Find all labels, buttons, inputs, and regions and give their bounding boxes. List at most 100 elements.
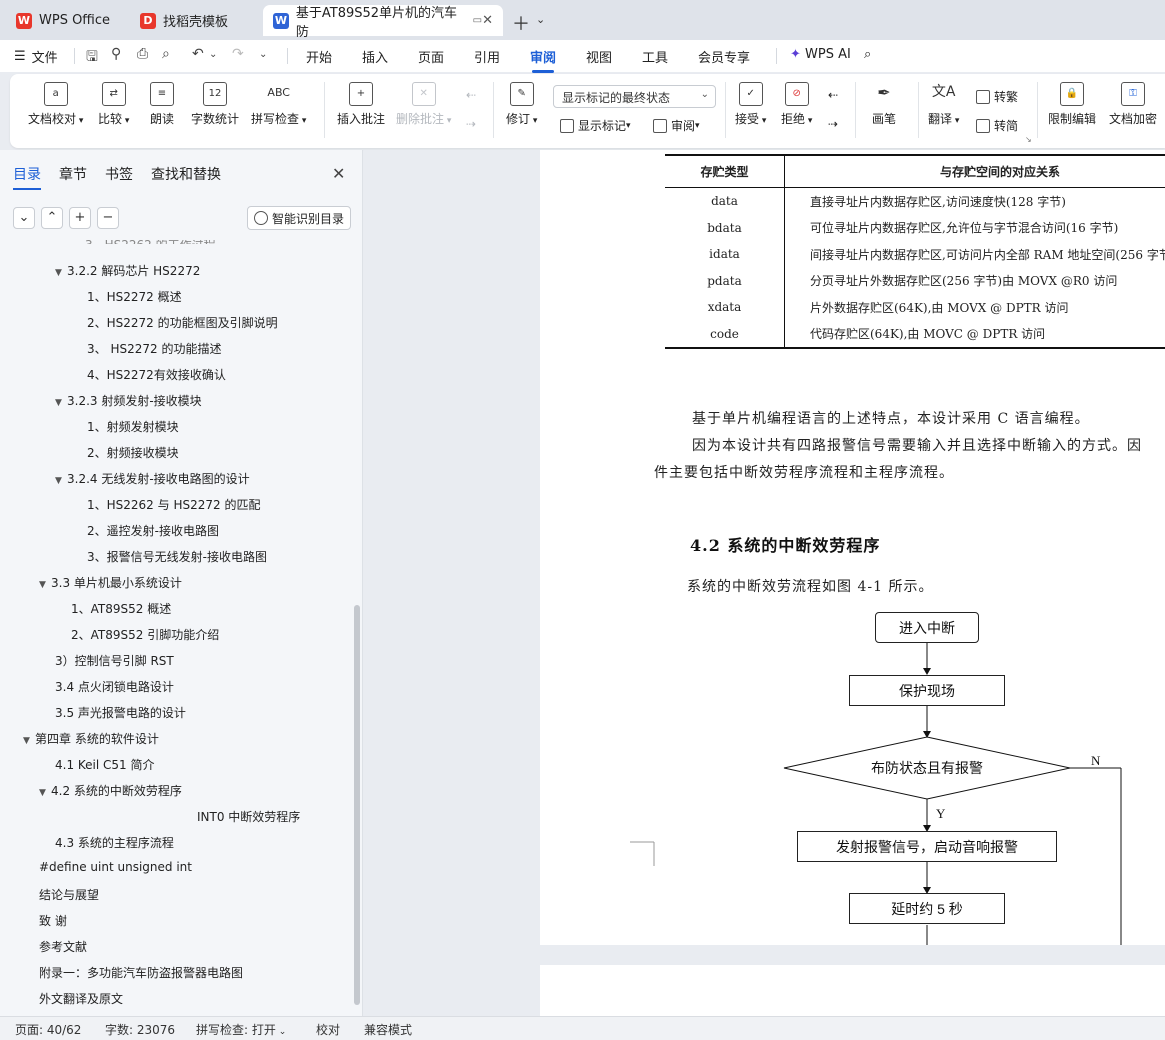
file-menu[interactable]: ☰ 文件 — [14, 47, 58, 66]
delete-comment-button[interactable]: ✕ 删除批注 ▾ — [396, 82, 451, 127]
next-document-page[interactable] — [540, 965, 1165, 1016]
toc-item[interactable]: 1、射频发射模块 — [87, 418, 179, 435]
share-icon[interactable]: ⚲ — [111, 46, 121, 62]
menu-member[interactable]: 会员专享 — [698, 47, 750, 66]
toc-item[interactable]: 4、HS2272有效接收确认 — [87, 366, 226, 383]
read-aloud-button[interactable]: ≡ 朗读 — [150, 82, 174, 127]
add-heading-icon[interactable]: + — [69, 207, 91, 229]
next-comment-icon[interactable]: ⇢ — [466, 117, 476, 131]
toc-item[interactable]: 附录一：多功能汽车防盗报警器电路图 — [39, 964, 243, 981]
accept-button[interactable]: ✓ 接受 ▾ — [735, 82, 766, 127]
translate-button[interactable]: 文A 翻译 ▾ — [928, 82, 959, 127]
restrict-edit-button[interactable]: 🔒 限制编辑 — [1048, 82, 1096, 127]
chevron-down-icon[interactable]: ⌄ — [536, 13, 545, 26]
toc-item[interactable]: ▼ 4.2 系统的中断效劳程序 — [39, 782, 182, 799]
previous-comment-icon[interactable]: ⇠ — [466, 88, 476, 102]
toc-scrollbar[interactable] — [354, 605, 360, 1005]
toc-toggle-icon[interactable]: ▼ — [55, 268, 67, 278]
compare-button[interactable]: ⇄ 比较 ▾ — [98, 82, 129, 127]
page-indicator[interactable]: 页面: 40/62 — [15, 1021, 81, 1038]
proofread-status[interactable]: 校对 — [316, 1021, 340, 1038]
toc-item[interactable]: ▼ 3.2.2 解码芯片 HS2272 — [55, 262, 200, 279]
spell-check-button[interactable]: ABC 拼写检查 ▾ — [251, 82, 306, 127]
tab-document[interactable]: W 基于AT89S52单片机的汽车防 ▭ ✕ — [263, 5, 503, 40]
search-icon[interactable]: ⌕ — [864, 47, 871, 62]
menu-home[interactable]: 开始 — [306, 47, 332, 66]
close-icon[interactable]: ✕ — [332, 164, 345, 183]
word-count[interactable]: 字数: 23076 — [105, 1021, 175, 1038]
toc-item[interactable]: 3.5 声光报警电路的设计 — [55, 704, 186, 721]
toc-item[interactable]: 外文翻译及原文 — [39, 990, 123, 1007]
next-revision-icon[interactable]: ⇢ — [828, 117, 838, 131]
redo-icon[interactable]: ↷ — [232, 46, 244, 62]
toc-item[interactable]: 结论与展望 — [39, 886, 99, 903]
revise-button[interactable]: ✎ 修订 ▾ — [506, 82, 537, 127]
undo-icon[interactable]: ↶ — [192, 46, 204, 62]
toc-item[interactable]: 1、HS2272 概述 — [87, 288, 182, 305]
toc-item[interactable]: 3）控制信号引脚 RST — [55, 652, 174, 669]
doc-check-button[interactable]: a 文档校对 ▾ — [28, 82, 83, 127]
print-preview-icon[interactable]: ⌕ — [162, 46, 170, 62]
expand-group-icon[interactable]: ↘ — [1025, 135, 1032, 144]
menu-insert[interactable]: 插入 — [362, 47, 388, 66]
toc-item[interactable]: 3、 HS2272 的功能描述 — [87, 340, 221, 357]
toc-item[interactable]: 2、HS2272 的功能框图及引脚说明 — [87, 314, 278, 331]
toc-item[interactable]: 2、射频接收模块 — [87, 444, 179, 461]
menu-references[interactable]: 引用 — [474, 47, 500, 66]
collapse-up-icon[interactable]: ⌃ — [41, 207, 63, 229]
toc-item[interactable]: ▼ 3.2.3 射频发射-接收模块 — [55, 392, 202, 409]
to-traditional-button[interactable]: 转繁 — [976, 88, 1018, 105]
review-pane-button[interactable]: 审阅 ▾ — [653, 117, 700, 134]
toc-item[interactable]: 参考文献 — [39, 938, 87, 955]
tab-wps-office[interactable]: W WPS Office — [6, 5, 124, 36]
pen-button[interactable]: ✒ 画笔 — [872, 82, 896, 127]
markup-state-select[interactable]: 显示标记的最终状态 ⌄ — [553, 85, 716, 108]
remove-heading-icon[interactable]: − — [97, 207, 119, 229]
toc-item[interactable]: INT0 中断效劳程序 — [197, 808, 300, 825]
tab-bookmarks[interactable]: 书签 — [105, 164, 133, 184]
toc-toggle-icon[interactable]: ▼ — [39, 580, 51, 590]
toc-toggle-icon[interactable]: ▼ — [55, 476, 67, 486]
wps-ai-button[interactable]: ✦ WPS AI — [790, 47, 851, 62]
toc-item[interactable]: 3.4 点火闭锁电路设计 — [55, 678, 174, 695]
word-count-button[interactable]: 12 字数统计 — [191, 82, 239, 127]
toc-toggle-icon[interactable]: ▼ — [55, 398, 67, 408]
toc-item[interactable]: 3、报警信号无线发射-接收电路图 — [87, 548, 267, 565]
undo-dropdown-icon[interactable]: ⌄ — [209, 49, 217, 60]
toc-item[interactable]: 4.1 Keil C51 简介 — [55, 756, 155, 773]
close-tab-icon[interactable]: ✕ — [482, 13, 493, 28]
menu-review[interactable]: 审阅 — [530, 47, 556, 73]
previous-revision-icon[interactable]: ⇠ — [828, 88, 838, 102]
menu-tools[interactable]: 工具 — [642, 47, 668, 66]
reject-button[interactable]: ⊘ 拒绝 ▾ — [781, 82, 812, 127]
toc-item[interactable]: 4.3 系统的主程序流程 — [55, 834, 174, 851]
toc-item[interactable]: ▼ 第四章 系统的软件设计 — [23, 730, 159, 747]
new-tab-icon[interactable]: ＋ — [512, 10, 530, 36]
save-icon[interactable]: 🖫 — [86, 46, 98, 70]
show-markup-button[interactable]: 显示标记 ▾ — [560, 117, 631, 134]
document-canvas[interactable]: 存贮类型 与存贮空间的对应关系 data 直接寻址片内数据存贮区,访问速度快(1… — [364, 150, 1165, 1016]
toc-toggle-icon[interactable]: ▼ — [39, 788, 51, 798]
expand-down-icon[interactable]: ⌄ — [13, 207, 35, 229]
to-simplified-button[interactable]: 转简 — [976, 117, 1018, 134]
toc-toggle-icon[interactable]: ▼ — [23, 736, 35, 746]
tab-docer[interactable]: D 找稻壳模板 — [130, 5, 260, 36]
toc-item[interactable]: 致 谢 — [39, 912, 67, 929]
toc-item[interactable]: 1、AT89S52 概述 — [71, 600, 171, 617]
tab-find-replace[interactable]: 查找和替换 — [151, 164, 221, 184]
toc-item[interactable]: 2、遥控发射-接收电路图 — [87, 522, 219, 539]
toc-item[interactable]: 1、HS2262 与 HS2272 的匹配 — [87, 496, 260, 513]
encrypt-button[interactable]: ⚿ 文档加密 — [1109, 82, 1157, 127]
menu-page[interactable]: 页面 — [418, 47, 444, 66]
spell-check-status[interactable]: 拼写检查: 打开 ⌄ — [196, 1021, 286, 1038]
print-icon[interactable]: ⎙ — [137, 46, 148, 62]
smart-toc-button[interactable]: 智能识别目录 — [247, 206, 351, 230]
more-icon[interactable]: ⌄ — [259, 49, 267, 60]
insert-comment-button[interactable]: + 插入批注 — [337, 82, 385, 127]
document-page[interactable]: 存贮类型 与存贮空间的对应关系 data 直接寻址片内数据存贮区,访问速度快(1… — [540, 150, 1165, 945]
tab-chapters[interactable]: 章节 — [59, 164, 87, 184]
toc-item[interactable]: #define uint unsigned int — [39, 860, 192, 874]
tab-toc[interactable]: 目录 — [13, 164, 41, 190]
toc-item[interactable]: 2、AT89S52 引脚功能介绍 — [71, 626, 219, 643]
toc-item[interactable]: 3、HS2262 的工作过程 — [85, 240, 216, 244]
